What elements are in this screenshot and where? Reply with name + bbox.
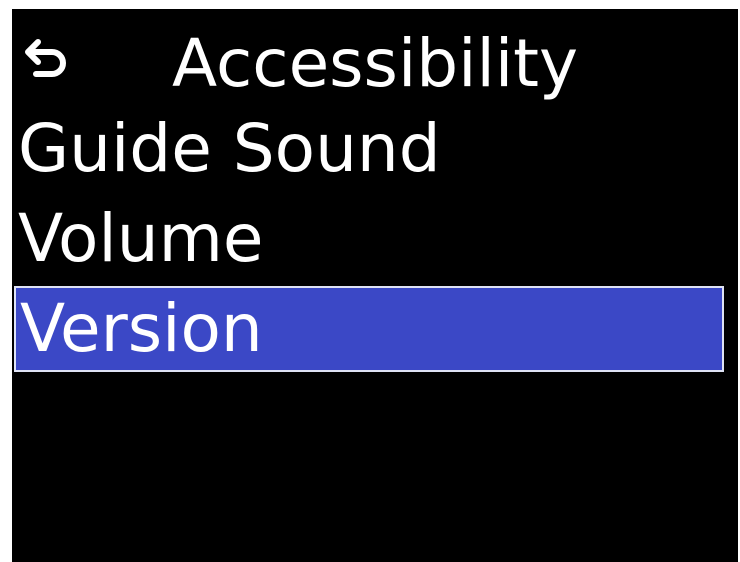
menu-item-guide-sound[interactable]: Guide Sound [12,106,738,192]
menu-item-version[interactable]: Version [14,286,724,372]
device-screen: Accessibility Guide Sound Volume Version [12,9,738,562]
menu-item-volume[interactable]: Volume [12,196,738,282]
menu-list: Guide Sound Volume Version [12,106,738,376]
screen-header: Accessibility [12,19,738,109]
page-title: Accessibility [172,25,579,102]
return-arrow-icon[interactable] [22,36,74,88]
